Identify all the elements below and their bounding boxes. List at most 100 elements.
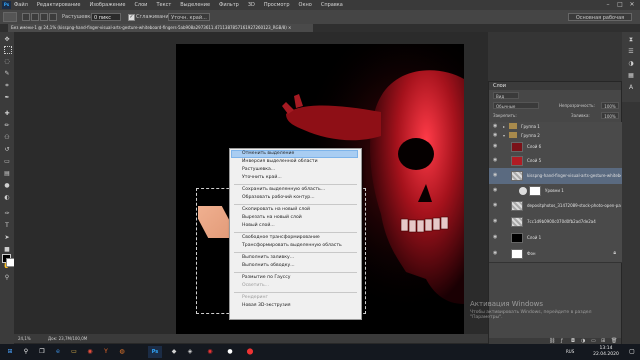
- menu-item-fill[interactable]: Выполнить заливку...: [242, 254, 294, 262]
- visibility-eye-icon[interactable]: ◉: [493, 133, 498, 138]
- menu-type[interactable]: Текст: [156, 2, 171, 8]
- menu-help[interactable]: Справка: [321, 2, 343, 8]
- zoom-level[interactable]: 24,1%: [18, 334, 31, 343]
- app-taskbar-icon[interactable]: ●: [224, 346, 236, 358]
- menu-item-deselect[interactable]: Отменить выделение: [242, 150, 294, 158]
- layer-row[interactable]: ◉ Слой 6: [489, 140, 622, 155]
- move-tool-icon[interactable]: ✥: [3, 36, 11, 44]
- menu-item-layer-via-copy[interactable]: Скопировать на новый слой: [242, 206, 310, 214]
- menu-item-stroke[interactable]: Выполнить обводку...: [242, 262, 295, 270]
- menu-item-make-work-path[interactable]: Образовать рабочий контур...: [242, 194, 315, 202]
- menu-image[interactable]: Изображение: [89, 2, 125, 8]
- swatches-panel-icon[interactable]: ▦: [627, 72, 635, 80]
- visibility-eye-icon[interactable]: ◉: [493, 144, 498, 149]
- quick-select-tool-icon[interactable]: ✎: [3, 70, 11, 78]
- menu-item-gaussian-blur[interactable]: Размытие по Гауссу: [242, 274, 290, 282]
- layer-row[interactable]: ◉ 7cc1d9b0900c070d0fb2ad7de2a4: [489, 214, 622, 231]
- visibility-eye-icon[interactable]: ◉: [493, 235, 498, 240]
- media-player-taskbar-icon[interactable]: ◉: [204, 346, 216, 358]
- menu-3d[interactable]: 3D: [248, 2, 255, 8]
- record-taskbar-icon[interactable]: ⬤: [244, 346, 256, 358]
- properties-panel-icon[interactable]: ☰: [627, 48, 635, 56]
- expand-arrow-icon[interactable]: ▸: [503, 124, 505, 129]
- type-tool-icon[interactable]: T: [3, 222, 11, 230]
- menu-item-layer-via-cut[interactable]: Вырезать на новый слой: [242, 214, 302, 222]
- document-tab[interactable]: Без имени-1 @ 24,1% (kisspng-hand-finger…: [8, 24, 313, 32]
- gradient-tool-icon[interactable]: ▤: [3, 170, 11, 178]
- menu-item-transform-selection[interactable]: Трансформировать выделенную область: [242, 242, 342, 250]
- shape-tool-icon[interactable]: ■: [3, 246, 11, 254]
- chrome-browser-icon[interactable]: ◉: [84, 346, 96, 358]
- keyboard-language[interactable]: RUS: [566, 344, 574, 360]
- clone-stamp-tool-icon[interactable]: ⚇: [3, 134, 11, 142]
- character-panel-icon[interactable]: A: [627, 84, 635, 92]
- intersect-selection-icon[interactable]: [49, 13, 57, 21]
- clock-date[interactable]: 22.04.2020: [590, 352, 622, 357]
- blur-tool-icon[interactable]: ●: [3, 182, 11, 190]
- photoshop-taskbar-icon[interactable]: Ps: [148, 346, 162, 358]
- menu-item-new-3d-extrusion[interactable]: Новая 3D-экструзия: [242, 302, 290, 310]
- visibility-eye-icon[interactable]: ◉: [493, 203, 498, 208]
- menu-item-free-transform[interactable]: Свободное трансформирование: [242, 234, 320, 242]
- visibility-eye-icon[interactable]: ◉: [493, 158, 498, 163]
- menu-item-save-selection[interactable]: Сохранить выделенную область...: [242, 186, 325, 194]
- app-taskbar-icon[interactable]: ◆: [168, 346, 180, 358]
- menu-file[interactable]: Файл: [14, 2, 28, 8]
- eraser-tool-icon[interactable]: ▭: [3, 158, 11, 166]
- opacity-input[interactable]: 100%: [601, 102, 619, 109]
- yandex-browser-icon[interactable]: Y: [100, 346, 112, 358]
- blend-mode-select[interactable]: Обычные: [493, 102, 539, 109]
- notifications-icon[interactable]: ▢: [626, 346, 638, 358]
- layer-row[interactable]: ◉ Уровни 1: [489, 184, 622, 199]
- close-icon[interactable]: ✕: [626, 0, 638, 10]
- menu-edit[interactable]: Редактирование: [37, 2, 81, 8]
- fill-input[interactable]: 100%: [601, 112, 619, 119]
- visibility-eye-icon[interactable]: ◉: [493, 251, 498, 256]
- brush-tool-icon[interactable]: ✏: [3, 122, 11, 130]
- new-selection-icon[interactable]: [22, 13, 30, 21]
- marquee-tool-preset-icon[interactable]: [3, 12, 17, 22]
- subtract-selection-icon[interactable]: [40, 13, 48, 21]
- firefox-browser-icon[interactable]: ◍: [116, 346, 128, 358]
- feather-input[interactable]: 0 пикс: [91, 13, 121, 21]
- menu-window[interactable]: Окно: [299, 2, 312, 8]
- menu-item-refine-edge[interactable]: Уточнить край...: [242, 174, 282, 182]
- layers-panel-title[interactable]: Слои: [493, 82, 506, 90]
- minimize-icon[interactable]: –: [602, 0, 614, 10]
- history-panel-icon[interactable]: ⧗: [627, 36, 635, 44]
- edge-browser-icon[interactable]: e: [52, 346, 64, 358]
- visibility-eye-icon[interactable]: ◉: [493, 188, 498, 193]
- healing-brush-tool-icon[interactable]: ✚: [3, 110, 11, 118]
- menu-select[interactable]: Выделение: [180, 2, 210, 8]
- visibility-eye-icon[interactable]: ◉: [493, 173, 498, 178]
- refine-edge-button[interactable]: Уточн. край...: [168, 13, 210, 21]
- zoom-tool-icon[interactable]: ⚲: [3, 274, 11, 282]
- expand-arrow-icon[interactable]: ▾: [503, 133, 505, 138]
- layer-row[interactable]: ◉ Слой 5: [489, 154, 622, 169]
- menu-item-feather[interactable]: Растушевка...: [242, 166, 275, 174]
- workspace-select[interactable]: Основная рабочая среда: [568, 13, 632, 29]
- lasso-tool-icon[interactable]: ◌: [3, 58, 11, 66]
- layer-row[interactable]: ◉ depositphotos_31472089-stock-photo-ope…: [489, 198, 622, 215]
- path-selection-tool-icon[interactable]: ➤: [3, 234, 11, 242]
- menu-layers[interactable]: Слои: [134, 2, 147, 8]
- task-view-icon[interactable]: ❐: [36, 346, 48, 358]
- adjustments-panel-icon[interactable]: ◑: [627, 60, 635, 68]
- menu-item-inverse[interactable]: Инверсия выделенной области: [242, 158, 318, 166]
- marquee-tool-icon[interactable]: [4, 46, 12, 54]
- layer-row[interactable]: ◉ Слой 1: [489, 230, 622, 247]
- history-brush-tool-icon[interactable]: ↺: [3, 146, 11, 154]
- visibility-eye-icon[interactable]: ◉: [493, 124, 498, 129]
- crop-tool-icon[interactable]: ⌗: [3, 82, 11, 90]
- clock-time[interactable]: 13:14: [590, 346, 622, 351]
- menu-filter[interactable]: Фильтр: [219, 2, 239, 8]
- file-explorer-icon[interactable]: ▭: [68, 346, 80, 358]
- pen-tool-icon[interactable]: ✑: [3, 210, 11, 218]
- layer-filter-select[interactable]: Вид: [493, 92, 519, 99]
- layer-row-selected[interactable]: ◉ kisspng-hand-finger-visual-arts-gestur…: [489, 168, 622, 185]
- dodge-tool-icon[interactable]: ◐: [3, 194, 11, 202]
- app-taskbar-icon[interactable]: ◈: [184, 346, 196, 358]
- antialias-checkbox[interactable]: ✓: [128, 14, 135, 21]
- eyedropper-tool-icon[interactable]: ✒: [3, 94, 11, 102]
- search-icon[interactable]: ⚲: [20, 346, 32, 358]
